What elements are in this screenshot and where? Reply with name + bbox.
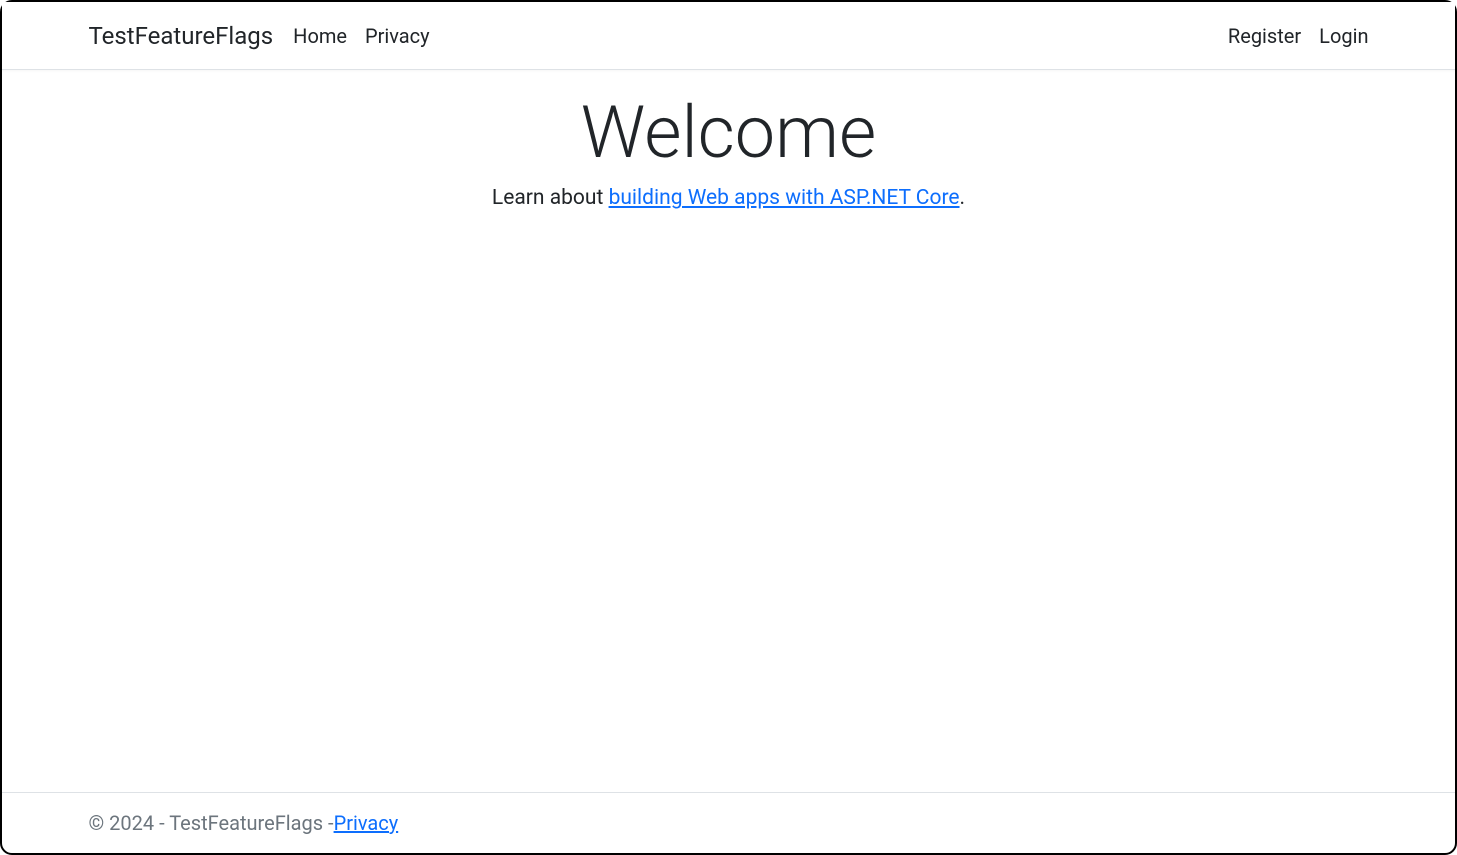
nav-login[interactable]: Login	[1319, 24, 1368, 48]
nav-privacy[interactable]: Privacy	[365, 24, 430, 48]
footer: © 2024 - TestFeatureFlags - Privacy	[2, 792, 1455, 853]
main-content: Welcome Learn about building Web apps wi…	[2, 70, 1455, 792]
page-title: Welcome	[2, 90, 1455, 176]
navbar-container: TestFeatureFlags Home Privacy Register L…	[69, 22, 1389, 50]
nav-left: Home Privacy	[293, 24, 1228, 48]
nav-register[interactable]: Register	[1228, 24, 1301, 48]
navbar: TestFeatureFlags Home Privacy Register L…	[2, 2, 1455, 70]
nav-right: Register Login	[1228, 24, 1369, 48]
nav-home[interactable]: Home	[293, 24, 347, 48]
aspnet-docs-link[interactable]: building Web apps with ASP.NET Core	[609, 186, 960, 210]
footer-privacy-link[interactable]: Privacy	[334, 811, 399, 835]
lead-prefix: Learn about	[492, 186, 609, 210]
lead-text: Learn about building Web apps with ASP.N…	[2, 186, 1455, 210]
lead-suffix: .	[960, 186, 966, 210]
footer-container: © 2024 - TestFeatureFlags - Privacy	[69, 811, 1389, 835]
brand-link[interactable]: TestFeatureFlags	[89, 22, 274, 50]
footer-copyright: © 2024 - TestFeatureFlags -	[89, 811, 334, 835]
